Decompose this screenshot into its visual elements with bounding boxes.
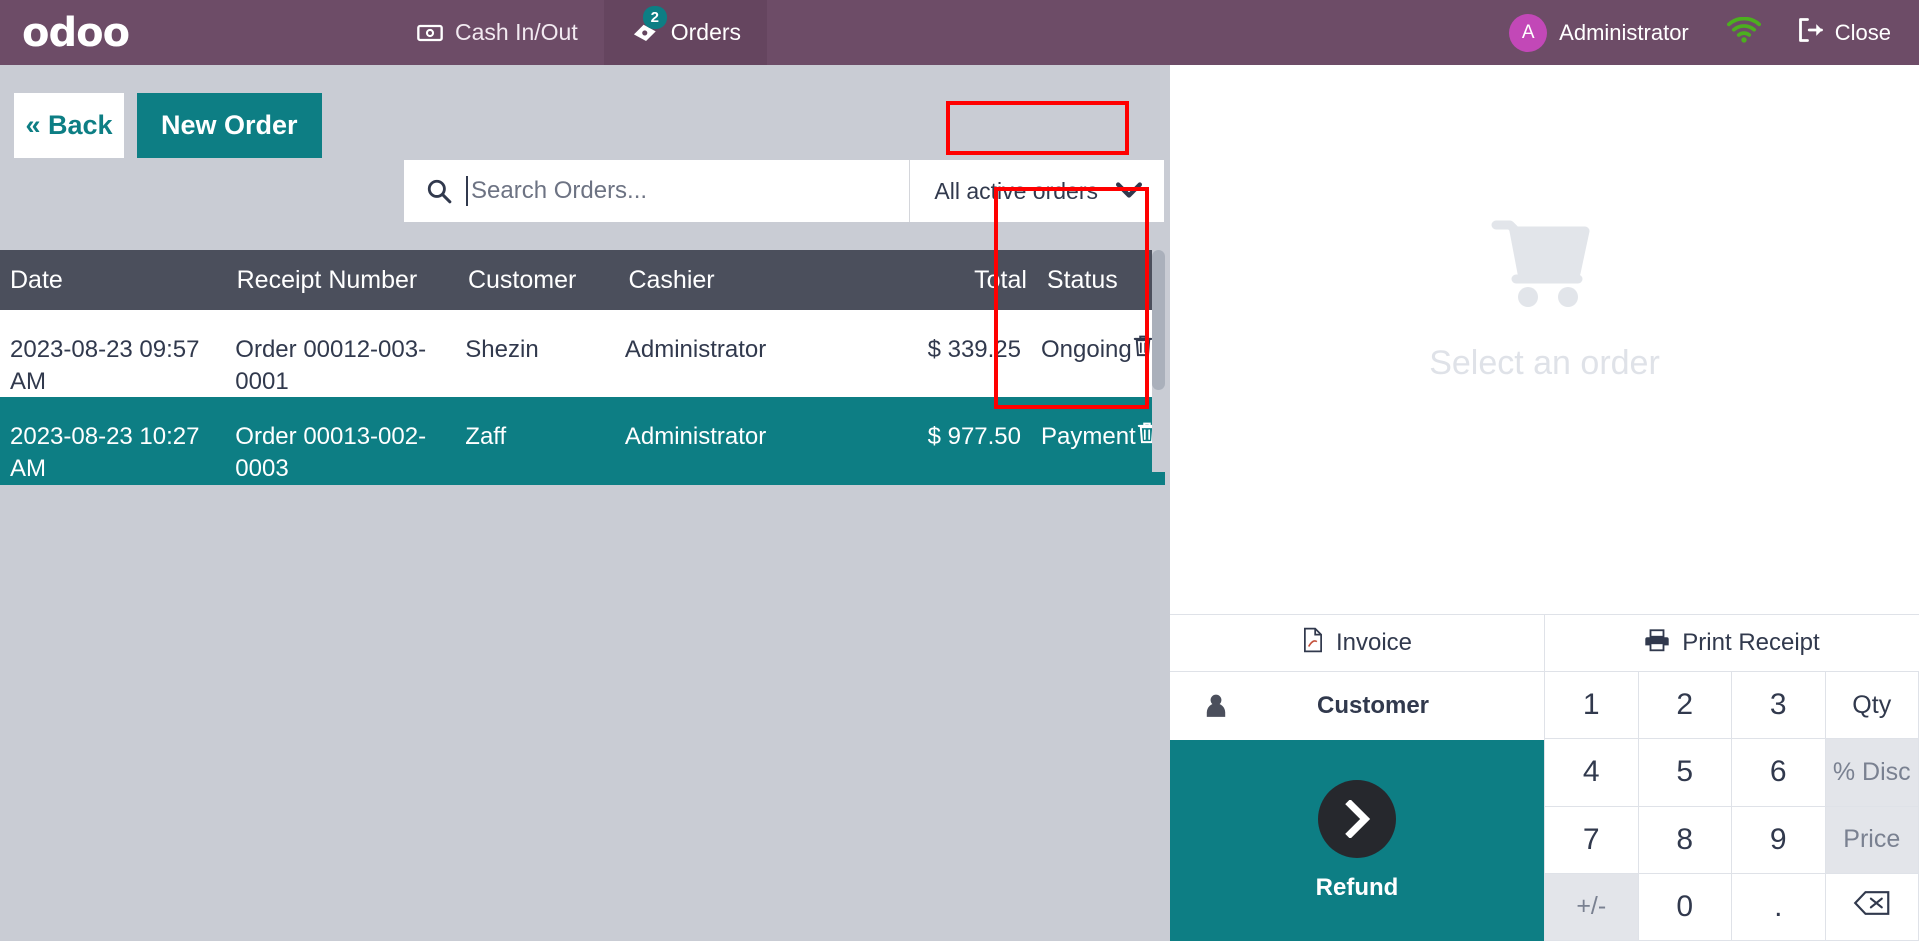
- trash-icon[interactable]: [1132, 334, 1154, 358]
- numpad-key-0[interactable]: 0: [1638, 873, 1732, 941]
- chevron-right-icon: [1318, 779, 1396, 858]
- col-header-date: Date: [10, 265, 63, 294]
- empty-order-label: Select an order: [1429, 343, 1660, 382]
- pdf-file-icon: [1302, 627, 1324, 660]
- orders-badge: 2: [642, 5, 667, 29]
- customer-label: Customer: [1316, 692, 1430, 719]
- cell-receipt: Order 00012-003-0001: [235, 336, 427, 395]
- refund-label: Refund: [1315, 873, 1399, 901]
- avatar: A: [1509, 13, 1548, 52]
- odoo-logo-text: odoo: [22, 9, 130, 56]
- back-button[interactable]: « Back: [14, 92, 124, 158]
- cell-date: 2023-08-23 10:27 AM: [10, 423, 200, 483]
- cell-date: 2023-08-23 09:57 AM: [10, 336, 200, 395]
- print-receipt-button[interactable]: Print Receipt: [1545, 615, 1919, 671]
- col-header-cashier: Cashier: [628, 265, 715, 294]
- table-row[interactable]: 2023-08-23 09:57 AM Order 00012-003-0001…: [0, 310, 1165, 398]
- orders-table: Date Receipt Number Customer Cashier Tot…: [0, 250, 1165, 485]
- invoice-label: Invoice: [1335, 629, 1413, 656]
- table-header-row: Date Receipt Number Customer Cashier Tot…: [0, 250, 1165, 310]
- col-header-total: Total: [974, 265, 1027, 294]
- order-detail-panel: Select an order Invoice Print Receipt Cu…: [1170, 65, 1919, 941]
- numpad-key-backspace[interactable]: [1825, 873, 1919, 941]
- table-row[interactable]: 2023-08-23 10:27 AM Order 00013-002-0003…: [0, 397, 1165, 485]
- search-input[interactable]: [466, 176, 910, 206]
- numpad-key-9[interactable]: 9: [1732, 806, 1826, 874]
- print-receipt-label: Print Receipt: [1682, 629, 1820, 656]
- numpad: 1 2 3 Qty 4 5 6 % Disc 7 8 9 Price +/- 0…: [1545, 671, 1919, 941]
- numpad-key-3[interactable]: 3: [1732, 672, 1826, 740]
- empty-order-state: Select an order: [1170, 65, 1919, 614]
- wifi-status[interactable]: [1705, 16, 1783, 48]
- orders-list-panel: « Back New Order All active orders Date …: [0, 65, 1170, 941]
- cell-cashier: Administrator: [624, 336, 767, 363]
- cell-total: $ 339.25: [927, 336, 1021, 363]
- receipt-icon: 2: [630, 5, 667, 47]
- close-label: Close: [1834, 19, 1891, 45]
- header-tabs: Cash In/Out 2 Orders: [230, 0, 1493, 65]
- tab-orders-label: Orders: [670, 19, 742, 45]
- numpad-key-6[interactable]: 6: [1732, 739, 1826, 807]
- numpad-key-plusminus[interactable]: +/-: [1545, 873, 1639, 941]
- app-header: odoo Cash In/Out 2 Orders A Administrato…: [0, 0, 1919, 65]
- order-filter-value: All active orders: [934, 177, 1098, 204]
- col-header-customer: Customer: [467, 265, 577, 294]
- search-icon: [404, 178, 466, 204]
- cell-status-wrap: Payment: [1021, 397, 1165, 453]
- cell-customer: Shezin: [465, 336, 539, 363]
- new-order-button[interactable]: New Order: [137, 92, 322, 158]
- order-action-row: Invoice Print Receipt: [1170, 614, 1919, 671]
- status-badge: Ongoing: [1041, 336, 1132, 363]
- printer-icon: [1644, 628, 1670, 659]
- customer-button[interactable]: Customer: [1170, 671, 1545, 740]
- col-header-status: Status: [1046, 265, 1118, 294]
- status-badge: Payment: [1041, 423, 1136, 451]
- numpad-key-2[interactable]: 2: [1638, 672, 1732, 740]
- numpad-key-qty[interactable]: Qty: [1825, 672, 1919, 740]
- numpad-key-7[interactable]: 7: [1545, 806, 1639, 874]
- cell-cashier: Administrator: [624, 423, 767, 451]
- refund-button[interactable]: Refund: [1170, 740, 1545, 941]
- cell-status-wrap: Ongoing: [1021, 310, 1165, 366]
- cash-icon: [416, 19, 444, 47]
- wifi-icon: [1726, 16, 1761, 48]
- order-filter-dropdown[interactable]: All active orders: [909, 160, 1164, 222]
- shopping-cart-icon: [1490, 217, 1600, 318]
- user-name: Administrator: [1559, 19, 1689, 45]
- orders-scrollbar-thumb[interactable]: [1152, 250, 1165, 390]
- tab-cash-in-out[interactable]: Cash In/Out: [390, 0, 604, 65]
- user-menu[interactable]: A Administrator: [1493, 13, 1705, 52]
- invoice-button[interactable]: Invoice: [1170, 615, 1545, 671]
- header-right: A Administrator Close: [1493, 0, 1919, 65]
- tab-orders[interactable]: 2 Orders: [603, 0, 768, 65]
- order-left-controls: Customer Refund: [1170, 671, 1545, 941]
- odoo-logo[interactable]: odoo: [0, 0, 230, 65]
- tab-cash-in-out-label: Cash In/Out: [455, 19, 578, 45]
- order-controls: Customer Refund 1 2 3 Qty 4 5 6 % Disc 7…: [1170, 671, 1919, 941]
- search-bar: All active orders: [404, 160, 1164, 222]
- numpad-key-1[interactable]: 1: [1545, 672, 1639, 740]
- cell-receipt: Order 00013-002-0003: [235, 423, 427, 483]
- numpad-key-8[interactable]: 8: [1638, 806, 1732, 874]
- numpad-key-4[interactable]: 4: [1545, 739, 1639, 807]
- numpad-key-5[interactable]: 5: [1638, 739, 1732, 807]
- numpad-key-disc[interactable]: % Disc: [1825, 739, 1919, 807]
- numpad-key-decimal[interactable]: .: [1732, 873, 1826, 941]
- numpad-key-price[interactable]: Price: [1825, 806, 1919, 874]
- cell-customer: Zaff: [465, 423, 507, 451]
- chevron-down-icon: [1116, 178, 1142, 205]
- logout-icon: [1797, 17, 1825, 49]
- close-button[interactable]: Close: [1783, 17, 1901, 49]
- col-header-receipt: Receipt Number: [236, 265, 418, 294]
- cell-total: $ 977.50: [927, 423, 1021, 451]
- person-icon: [1170, 693, 1262, 719]
- backspace-icon: [1853, 890, 1891, 924]
